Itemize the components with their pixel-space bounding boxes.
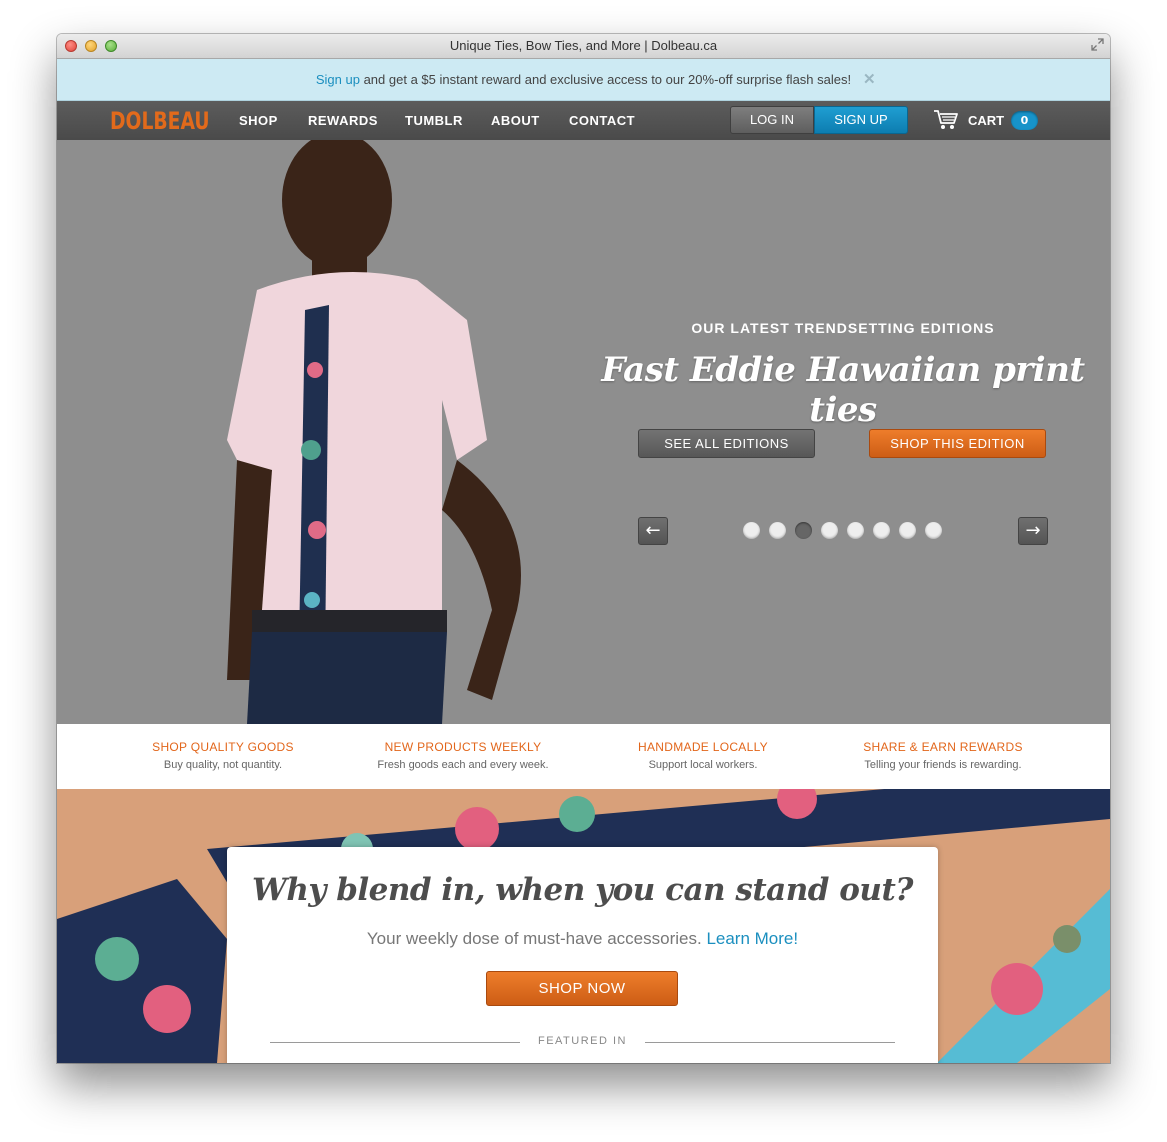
feature-title: HANDMADE LOCALLY [638,740,768,754]
featured-in-label: FEATURED IN [537,1035,628,1047]
cart-count-badge[interactable]: 0 [1011,111,1038,130]
feature-subtitle: Fresh goods each and every week. [377,759,549,771]
window-title: Unique Ties, Bow Ties, and More | Dolbea… [449,38,718,53]
nav-item-about[interactable]: ABOUT [491,101,540,140]
feature-subtitle: Telling your friends is rewarding. [864,759,1022,771]
slider-next-arrow-icon[interactable]: → [1018,517,1048,545]
hero-slider: OUR LATEST TRENDSETTING EDITIONS Fast Ed… [57,140,1110,724]
promo-bar: Sign up and get a $5 instant reward and … [57,59,1110,101]
main-nav: DOLBEAU SHOP REWARDS TUMBLR ABOUT CONTAC… [57,101,1110,141]
feature-subtitle: Buy quality, not quantity. [163,759,283,771]
learn-more-link[interactable]: Learn More! [706,929,798,948]
cta-subtitle: Your weekly dose of must-have accessorie… [227,929,938,949]
feature-subtitle: Support local workers. [648,759,758,771]
slider-dot[interactable] [925,522,942,539]
feature-item: HANDMADE LOCALLY Support local workers. [583,740,823,771]
shop-this-edition-button[interactable]: SHOP THIS EDITION [869,429,1046,458]
promo-banner: Why blend in, when you can stand out? Yo… [57,789,1110,1063]
dolbeau-logo[interactable]: DOLBEAU [110,107,210,135]
fullscreen-icon[interactable] [1090,38,1104,52]
nav-item-tumblr[interactable]: TUMBLR [405,101,463,140]
nav-item-rewards[interactable]: REWARDS [308,101,378,140]
hero-title: Fast Eddie Hawaiian print ties [601,350,1085,430]
shop-now-button[interactable]: SHOP NOW [486,971,678,1006]
feature-title: NEW PRODUCTS WEEKLY [384,740,542,754]
nav-item-contact[interactable]: CONTACT [569,101,635,140]
slider-dot[interactable] [821,522,838,539]
promo-text: and get a $5 instant reward and exclusiv… [359,72,852,87]
hero-model-image [227,140,521,724]
cta-title: Why blend in, when you can stand out? [252,872,913,908]
hero-eyebrow: OUR LATEST TRENDSETTING EDITIONS [691,320,995,336]
see-all-editions-button[interactable]: SEE ALL EDITIONS [638,429,815,458]
login-button[interactable]: LOG IN [730,106,814,134]
features-strip: SHOP QUALITY GOODS Buy quality, not quan… [57,724,1110,789]
slider-dot[interactable] [847,522,864,539]
feature-item: SHARE & EARN REWARDS Telling your friend… [823,740,1063,771]
slider-dot[interactable] [873,522,890,539]
browser-window: Unique Ties, Bow Ties, and More | Dolbea… [57,34,1110,1063]
cta-subtitle-text: Your weekly dose of must-have accessorie… [366,929,702,948]
slider-prev-arrow-icon[interactable]: ← [638,517,668,545]
slider-dot[interactable] [795,522,812,539]
slider-dot[interactable] [769,522,786,539]
cart-label[interactable]: CART [968,101,1004,140]
slider-dot[interactable] [899,522,916,539]
feature-title: SHOP QUALITY GOODS [152,740,294,754]
feature-item: NEW PRODUCTS WEEKLY Fresh goods each and… [343,740,583,771]
promo-signup-link[interactable]: Sign up [316,72,360,87]
window-titlebar: Unique Ties, Bow Ties, and More | Dolbea… [57,34,1110,59]
cta-card: Why blend in, when you can stand out? Yo… [227,847,938,1063]
nav-item-shop[interactable]: SHOP [239,101,278,140]
slider-dot[interactable] [743,522,760,539]
signup-button[interactable]: SIGN UP [814,106,908,134]
cart-icon[interactable] [933,109,959,131]
feature-item: SHOP QUALITY GOODS Buy quality, not quan… [103,740,343,771]
feature-title: SHARE & EARN REWARDS [863,740,1023,754]
promo-close-icon[interactable]: ✕ [863,59,876,100]
